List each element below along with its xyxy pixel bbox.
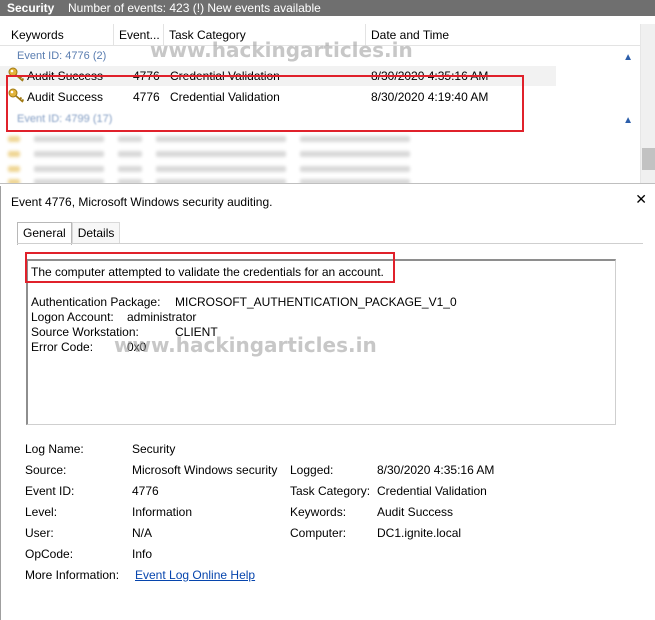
logged-label: Logged: — [290, 463, 334, 477]
opcode-label: OpCode: — [25, 547, 74, 561]
collapse-chevron-icon[interactable]: ▲ — [623, 52, 633, 63]
collapse-chevron-icon[interactable]: ▲ — [623, 115, 633, 126]
highlight-box — [6, 75, 524, 132]
event-id-label: Event ID: — [25, 484, 75, 498]
close-icon[interactable]: ✕ — [635, 191, 647, 208]
blurred-rows — [0, 132, 560, 183]
level-value: Information — [132, 505, 193, 519]
source-label: Source: — [25, 463, 67, 477]
group-header-4776[interactable]: Event ID: 4776 (2) — [17, 50, 106, 62]
more-info-label: More Information: — [25, 568, 120, 582]
log-name-value: Security — [132, 442, 176, 456]
source-workstation-value: CLIENT — [175, 325, 218, 339]
column-header-row: Keywords Event... Task Category Date and… — [0, 24, 640, 46]
details-title: Event 4776, Microsoft Windows security a… — [11, 195, 273, 209]
task-category-label: Task Category: — [290, 484, 371, 498]
user-label: User: — [25, 526, 54, 540]
computer-label: Computer: — [290, 526, 347, 540]
logon-account-value: administrator — [127, 310, 197, 324]
keywords-label: Keywords: — [290, 505, 347, 519]
column-date-time[interactable]: Date and Time — [371, 28, 449, 42]
auth-package-label: Authentication Package: — [31, 295, 161, 309]
scrollbar-thumb[interactable] — [642, 148, 655, 170]
tab-general[interactable]: General — [17, 222, 72, 245]
logon-account-label: Logon Account: — [31, 310, 114, 324]
event-details-pane: Event 4776, Microsoft Windows security a… — [0, 186, 655, 620]
log-name-label: Log Name: — [25, 442, 84, 456]
column-event-id[interactable]: Event... — [119, 28, 160, 42]
event-id-value: 4776 — [132, 484, 159, 498]
opcode-value: Info — [132, 547, 153, 561]
event-list[interactable]: Keywords Event... Task Category Date and… — [0, 16, 655, 184]
task-category-value: Credential Validation — [377, 484, 487, 498]
keywords-value: Audit Success — [377, 505, 454, 519]
source-value: Microsoft Windows security — [132, 463, 278, 477]
auth-package-value: MICROSOFT_AUTHENTICATION_PACKAGE_V1_0 — [175, 295, 457, 309]
computer-value: DC1.ignite.local — [377, 526, 462, 540]
log-title: Security — [7, 1, 55, 15]
event-count-text: Number of events: 423 (!) New events ava… — [68, 1, 321, 15]
tab-details[interactable]: Details — [71, 222, 121, 244]
error-code-label: Error Code: — [31, 340, 94, 354]
details-tabs: General Details — [17, 222, 121, 245]
event-message-box[interactable]: The computer attempted to validate the c… — [26, 259, 616, 425]
watermark-text: www.hackingarticles.in — [114, 333, 377, 357]
event-log-online-help-link[interactable]: Event Log Online Help — [135, 568, 255, 582]
logged-value: 8/30/2020 4:35:16 AM — [377, 463, 495, 477]
log-header-bar: Security Number of events: 423 (!) New e… — [0, 0, 655, 16]
source-workstation-label: Source Workstation: — [31, 325, 139, 339]
highlight-box — [25, 252, 395, 283]
level-label: Level: — [25, 505, 58, 519]
error-code-value: 0x0 — [127, 340, 147, 354]
column-keywords[interactable]: Keywords — [11, 28, 64, 42]
user-value: N/A — [132, 526, 153, 540]
list-scrollbar[interactable] — [640, 24, 655, 183]
column-task-category[interactable]: Task Category — [169, 28, 246, 42]
